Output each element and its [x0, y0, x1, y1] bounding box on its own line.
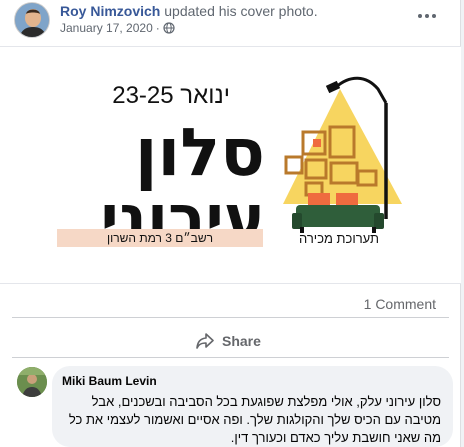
comment-bubble: Miki Baum Levin סלון עירוני עלק, אולי מפ… [52, 366, 453, 447]
cover-photo[interactable]: 23-25 ינואר סלון עירוני רשב״ם 3 רמת השרו… [0, 46, 461, 284]
commenter-avatar[interactable] [17, 367, 47, 397]
commenter-photo [17, 367, 47, 397]
more-dot [418, 14, 422, 18]
frame-accent [313, 139, 321, 147]
cover-exhibition-label: תערוכת מכירה [299, 231, 379, 246]
author-name-link[interactable]: Roy Nimzovich [60, 3, 160, 19]
sofa-arm-left [292, 213, 302, 229]
share-arrow-icon [196, 333, 214, 349]
divider [12, 357, 449, 358]
sofa-pillow [308, 193, 330, 205]
globe-icon[interactable] [163, 22, 175, 34]
sofa-pillow [336, 193, 358, 205]
cover-venue: רשב״ם 3 רמת השרון [107, 231, 213, 245]
post-title-line: Roy Nimzovich updated his cover photo. [60, 3, 318, 19]
post-card: Roy Nimzovich updated his cover photo. J… [0, 0, 461, 447]
meta-separator: · [155, 21, 160, 35]
comment-text: סלון עירוני עלק, אולי מפלצת שפוגעת בכל ה… [68, 394, 441, 445]
post-date-link[interactable]: January 17, 2020 [60, 21, 153, 35]
more-dot [432, 14, 436, 18]
yellow-triangle [283, 89, 402, 204]
comments-count-link[interactable]: 1 Comment [364, 296, 436, 312]
author-avatar[interactable] [14, 2, 50, 38]
cover-title-line1: סלון [135, 114, 265, 191]
avatar-photo [15, 3, 49, 37]
lamp-head [325, 80, 341, 94]
sofa [296, 205, 380, 227]
sofa-arm-right [374, 213, 384, 229]
share-button[interactable]: Share [196, 331, 261, 351]
post-header: Roy Nimzovich updated his cover photo. J… [0, 0, 461, 46]
cover-dates: 23-25 ינואר [112, 82, 230, 109]
divider [12, 317, 449, 318]
post-action-text: updated his cover photo. [164, 3, 318, 19]
more-options-icon[interactable] [414, 6, 440, 26]
cover-artwork: 23-25 ינואר סלון עירוני רשב״ם 3 רמת השרו… [57, 76, 402, 254]
share-label: Share [222, 333, 261, 349]
post-meta: January 17, 2020 · [60, 21, 175, 35]
comment-author-link[interactable]: Miki Baum Levin [62, 374, 157, 388]
more-dot [425, 14, 429, 18]
